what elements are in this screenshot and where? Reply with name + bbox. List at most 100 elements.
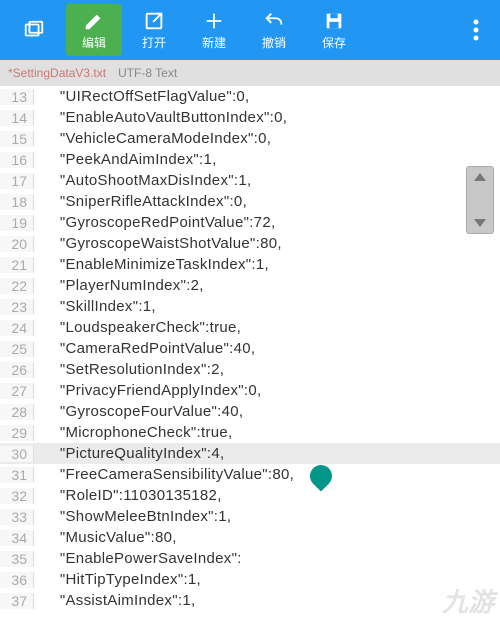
line-text: "AssistAimIndex":1,: [34, 592, 195, 609]
line-number: 20: [0, 236, 34, 252]
scroll-up-icon: [474, 173, 486, 181]
line-text: "CameraRedPointValue":40,: [34, 340, 255, 357]
line-text: "AutoShootMaxDisIndex":1,: [34, 172, 251, 189]
line-number: 17: [0, 173, 34, 189]
menu-button[interactable]: [456, 18, 496, 42]
line-number: 15: [0, 131, 34, 147]
line-text: "VehicleCameraModeIndex":0,: [34, 130, 271, 147]
line-text: "MusicValue":80,: [34, 529, 177, 546]
open-icon: [143, 10, 165, 32]
edit-button[interactable]: 编辑: [66, 4, 122, 56]
line-number: 30: [0, 446, 34, 462]
undo-icon: [263, 10, 285, 32]
code-line[interactable]: 26 "SetResolutionIndex":2,: [0, 359, 500, 380]
code-line[interactable]: 25 "CameraRedPointValue":40,: [0, 338, 500, 359]
kebab-icon: [473, 18, 479, 42]
code-line[interactable]: 15 "VehicleCameraModeIndex":0,: [0, 128, 500, 149]
code-line[interactable]: 16 "PeekAndAimIndex":1,: [0, 149, 500, 170]
code-line[interactable]: 13 "UIRectOffSetFlagValue":0,: [0, 86, 500, 107]
line-number: 28: [0, 404, 34, 420]
save-button[interactable]: 保存: [306, 4, 362, 56]
scroll-handle[interactable]: [466, 166, 494, 234]
code-line[interactable]: 29 "MicrophoneCheck":true,: [0, 422, 500, 443]
code-line[interactable]: 31 "FreeCameraSensibilityValue":80,: [0, 464, 500, 485]
line-text: "GyroscopeFourValue":40,: [34, 403, 243, 420]
new-button[interactable]: 新建: [186, 4, 242, 56]
line-text: "GyroscopeRedPointValue":72,: [34, 214, 275, 231]
line-text: "MicrophoneCheck":true,: [34, 424, 233, 441]
line-number: 33: [0, 509, 34, 525]
plus-icon: [203, 10, 225, 32]
line-text: "SniperRifleAttackIndex":0,: [34, 193, 247, 210]
line-number: 26: [0, 362, 34, 378]
code-line[interactable]: 36 "HitTipTypeIndex":1,: [0, 569, 500, 590]
line-text: "LoudspeakerCheck":true,: [34, 319, 241, 336]
line-text: "HitTipTypeIndex":1,: [34, 571, 201, 588]
tab-bar: *SettingDataV3.txt UTF-8 Text: [0, 60, 500, 86]
line-number: 22: [0, 278, 34, 294]
line-number: 19: [0, 215, 34, 231]
line-text: "PrivacyFriendApplyIndex":0,: [34, 382, 262, 399]
scroll-down-icon: [474, 219, 486, 227]
code-line[interactable]: 33 "ShowMeleeBtnIndex":1,: [0, 506, 500, 527]
line-text: "PlayerNumIndex":2,: [34, 277, 204, 294]
line-number: 25: [0, 341, 34, 357]
line-text: "RoleID":11030135182,: [34, 487, 222, 504]
line-text: "EnablePowerSaveIndex":: [34, 550, 242, 567]
line-number: 32: [0, 488, 34, 504]
line-number: 18: [0, 194, 34, 210]
line-text: "GyroscopeWaistShotValue":80,: [34, 235, 282, 252]
open-label: 打开: [142, 34, 166, 51]
file-tab[interactable]: *SettingDataV3.txt: [8, 66, 106, 80]
code-line[interactable]: 22 "PlayerNumIndex":2,: [0, 275, 500, 296]
line-number: 21: [0, 257, 34, 273]
line-text: "EnableMinimizeTaskIndex":1,: [34, 256, 269, 273]
line-number: 36: [0, 572, 34, 588]
undo-label: 撤销: [262, 34, 286, 51]
code-line[interactable]: 23 "SkillIndex":1,: [0, 296, 500, 317]
line-number: 23: [0, 299, 34, 315]
windows-icon: [23, 19, 45, 41]
line-number: 16: [0, 152, 34, 168]
save-icon: [323, 10, 345, 32]
line-number: 27: [0, 383, 34, 399]
windows-button[interactable]: [6, 4, 62, 56]
line-number: 35: [0, 551, 34, 567]
code-line[interactable]: 20 "GyroscopeWaistShotValue":80,: [0, 233, 500, 254]
code-line[interactable]: 21 "EnableMinimizeTaskIndex":1,: [0, 254, 500, 275]
line-number: 37: [0, 593, 34, 609]
line-number: 13: [0, 89, 34, 105]
edit-label: 编辑: [82, 34, 106, 51]
line-text: "PeekAndAimIndex":1,: [34, 151, 217, 168]
encoding-label: UTF-8 Text: [118, 66, 177, 80]
line-number: 31: [0, 467, 34, 483]
code-line[interactable]: 27 "PrivacyFriendApplyIndex":0,: [0, 380, 500, 401]
line-number: 24: [0, 320, 34, 336]
code-line[interactable]: 19 "GyroscopeRedPointValue":72,: [0, 212, 500, 233]
watermark: 九游: [442, 582, 494, 619]
toolbar: 编辑 打开 新建 撤销 保存: [0, 0, 500, 60]
code-line[interactable]: 35 "EnablePowerSaveIndex":: [0, 548, 500, 569]
line-number: 29: [0, 425, 34, 441]
line-text: "FreeCameraSensibilityValue":80,: [34, 466, 294, 483]
code-line[interactable]: 18 "SniperRifleAttackIndex":0,: [0, 191, 500, 212]
line-text: "EnableAutoVaultButtonIndex":0,: [34, 109, 287, 126]
code-line[interactable]: 30 "PictureQualityIndex":4,: [0, 443, 500, 464]
open-button[interactable]: 打开: [126, 4, 182, 56]
code-line[interactable]: 34 "MusicValue":80,: [0, 527, 500, 548]
line-text: "SkillIndex":1,: [34, 298, 156, 315]
code-line[interactable]: 24 "LoudspeakerCheck":true,: [0, 317, 500, 338]
code-line[interactable]: 28 "GyroscopeFourValue":40,: [0, 401, 500, 422]
editor-area[interactable]: 13 "UIRectOffSetFlagValue":0,14 "EnableA…: [0, 86, 500, 625]
new-label: 新建: [202, 34, 226, 51]
code-line[interactable]: 32 "RoleID":11030135182,: [0, 485, 500, 506]
code-line[interactable]: 14 "EnableAutoVaultButtonIndex":0,: [0, 107, 500, 128]
save-label: 保存: [322, 34, 346, 51]
line-text: "ShowMeleeBtnIndex":1,: [34, 508, 231, 525]
undo-button[interactable]: 撤销: [246, 4, 302, 56]
code-line[interactable]: 37 "AssistAimIndex":1,: [0, 590, 500, 611]
code-line[interactable]: 17 "AutoShootMaxDisIndex":1,: [0, 170, 500, 191]
line-number: 14: [0, 110, 34, 126]
line-text: "PictureQualityIndex":4,: [34, 445, 224, 462]
pencil-icon: [83, 10, 105, 32]
